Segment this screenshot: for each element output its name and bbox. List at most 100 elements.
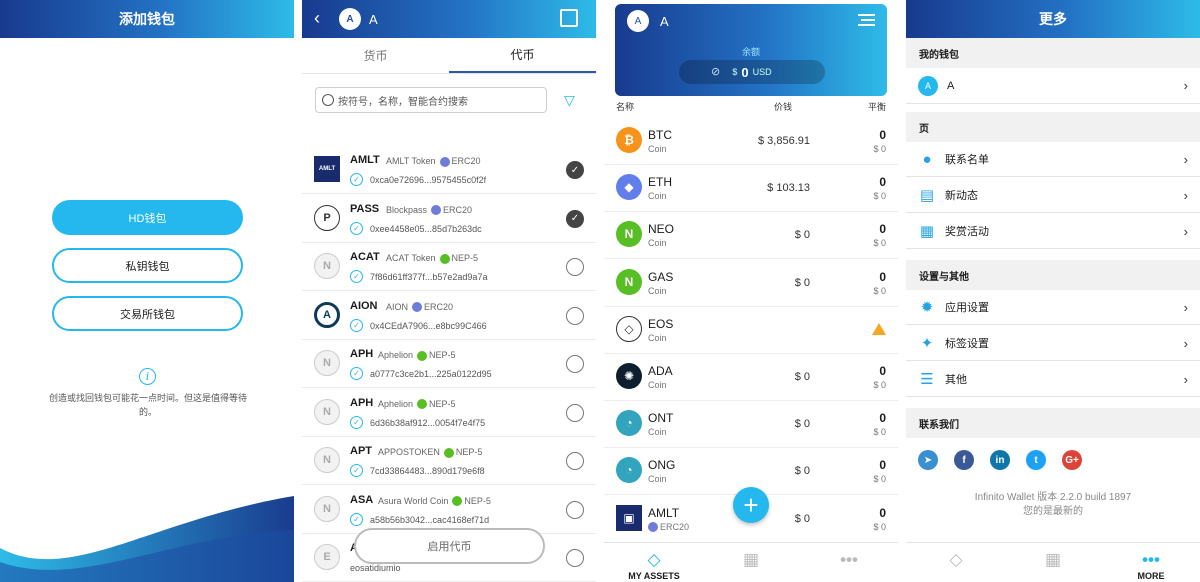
nav-more[interactable]: ••• MORE xyxy=(1121,549,1181,581)
nav-rewards[interactable]: ▦ xyxy=(1023,549,1083,571)
token-row[interactable]: N ACAT ACAT Token NEP-5 ✓ 7f86d61ff377f...b57… xyxy=(302,242,596,291)
coin-balance: 0 xyxy=(879,128,886,142)
nav-my-assets[interactable]: ◇ MY ASSETS xyxy=(624,549,684,581)
google-plus-icon[interactable]: G+ xyxy=(1062,450,1082,470)
token-name: Blockpass ERC20 xyxy=(386,205,472,216)
select-radio[interactable] xyxy=(566,549,584,567)
token-row[interactable]: N APH Aphelion NEP-5 ✓ a0777c3ce2b1...225a012… xyxy=(302,339,596,388)
select-radio[interactable] xyxy=(566,500,584,519)
ethereum-icon xyxy=(648,522,658,533)
token-name: AION ERC20 xyxy=(386,302,453,313)
token-logo-icon: N xyxy=(314,350,340,376)
neo-icon xyxy=(439,253,450,264)
coin-price: $ 0 xyxy=(794,418,810,431)
coin-symbol: AMLT xyxy=(648,505,680,520)
coin-row[interactable]: ◔ ONT Coin $ 0 0 $ 0 xyxy=(604,401,898,449)
bottom-nav: ◇ ▦ ••• MORE xyxy=(906,542,1200,582)
filter-icon[interactable]: ▽ xyxy=(564,92,575,109)
rewards-row[interactable]: ▦ 奖赏活动 › xyxy=(906,214,1200,249)
token-row[interactable]: N ASA Asura World Coin NEP-5 ✓ a58b56b3042...… xyxy=(302,485,596,534)
neo-icon: N xyxy=(616,221,642,248)
coin-row[interactable]: N NEO Coin $ 0 0 $ 0 xyxy=(604,212,898,260)
hd-wallet-button[interactable]: HD钱包 xyxy=(52,200,243,235)
coin-balance-usd: $ 0 xyxy=(873,191,886,202)
coin-type: Coin xyxy=(648,238,667,249)
tab-currency[interactable]: 货币 xyxy=(302,38,449,73)
nav-rewards[interactable]: ▦ xyxy=(721,549,781,571)
token-fullname: AMLT Token xyxy=(386,156,436,166)
coin-price: $ 103.13 xyxy=(767,182,810,195)
eos-icon: ◇ xyxy=(616,315,642,342)
check-icon: ✓ xyxy=(350,221,363,235)
hide-balance-icon[interactable]: ⊘ xyxy=(711,65,720,78)
coin-price: $ 0 xyxy=(794,465,810,478)
chevron-right-icon: › xyxy=(1183,78,1188,93)
chevron-right-icon: › xyxy=(1183,152,1188,167)
token-name: Aphelion NEP-5 xyxy=(378,350,456,361)
search-input[interactable]: 按符号，名称，智能合约搜索 xyxy=(315,87,547,113)
news-row[interactable]: ▤ 新动态 › xyxy=(906,178,1200,213)
contacts-row[interactable]: ● 联系名单 › xyxy=(906,142,1200,177)
ethereum-icon xyxy=(412,302,423,313)
nav-my-assets[interactable]: ◇ xyxy=(926,549,986,571)
linkedin-icon[interactable]: in xyxy=(990,450,1010,470)
neo-icon xyxy=(417,399,428,410)
coin-row[interactable]: ◆ ETH Coin $ 103.13 0 $ 0 xyxy=(604,165,898,213)
token-row[interactable]: P PASS Blockpass ERC20 ✓ 0xee4458e05...85d7b2… xyxy=(302,194,596,243)
warning-icon xyxy=(872,322,886,335)
coin-balance-usd: $ 0 xyxy=(873,427,886,438)
column-name: 名称 xyxy=(616,102,635,112)
tab-tokens[interactable]: 代币 xyxy=(449,38,596,73)
coin-row[interactable]: N GAS Coin $ 0 0 $ 0 xyxy=(604,260,898,307)
nav-more[interactable]: ••• xyxy=(819,549,879,571)
token-address: 6d36b38af912...0054f7e4f75 xyxy=(370,417,486,428)
row-label: 其他 xyxy=(945,374,967,386)
token-symbol: APH xyxy=(350,348,374,360)
menu-icon[interactable] xyxy=(858,14,875,26)
coin-type: ERC20 xyxy=(648,522,689,533)
token-row[interactable]: N APT APPOSTOKEN NEP-5 ✓ 7cd33864483...890d17… xyxy=(302,436,596,485)
back-icon[interactable]: ‹ xyxy=(314,8,320,29)
coin-symbol: NEO xyxy=(648,222,675,237)
select-radio[interactable] xyxy=(566,452,584,470)
add-asset-button[interactable]: + xyxy=(733,487,769,523)
chevron-right-icon: › xyxy=(1183,224,1188,239)
exchange-wallet-button[interactable]: 交易所钱包 xyxy=(52,296,243,331)
token-row[interactable]: AMLT AMLT AMLT Token ERC20 ✓ 0xca0e72696...95… xyxy=(302,145,596,194)
other-row[interactable]: ☰ 其他 › xyxy=(906,362,1200,397)
token-standard: NEP-5 xyxy=(429,398,456,409)
coin-type: Coin xyxy=(648,474,667,485)
enable-token-button[interactable]: 启用代币 xyxy=(354,528,545,564)
add-wallet-screen: 添加钱包 HD钱包 私钥钱包 交易所钱包 i 创造或找回钱包可能花一点时间。但这… xyxy=(0,0,294,582)
section-my-wallet: 我的钱包 xyxy=(906,38,1200,68)
private-key-wallet-button[interactable]: 私钥钱包 xyxy=(52,248,243,283)
token-symbol: APH xyxy=(350,396,374,409)
select-radio[interactable] xyxy=(566,306,584,325)
tab-bar: 货币 代币 xyxy=(302,38,596,74)
token-logo-icon: N xyxy=(314,495,340,522)
select-radio[interactable]: ✓ xyxy=(566,161,584,179)
coin-balance: 0 xyxy=(879,222,886,237)
facebook-icon[interactable]: f xyxy=(954,450,974,470)
token-address: 7f86d61ff377f...b57e2ad9a7a xyxy=(370,272,488,282)
telegram-icon[interactable]: ➤ xyxy=(918,450,938,470)
select-radio[interactable]: ✓ xyxy=(566,209,584,228)
wallet-row[interactable]: A A › xyxy=(906,68,1200,104)
coin-row[interactable]: ✺ ADA Coin $ 0 0 $ 0 xyxy=(604,354,898,401)
tag-settings-row[interactable]: ✦ 标签设置 › xyxy=(906,326,1200,361)
twitter-icon[interactable]: t xyxy=(1026,450,1046,470)
app-settings-row[interactable]: ✹ 应用设置 › xyxy=(906,290,1200,325)
search-icon xyxy=(322,94,334,106)
select-radio[interactable] xyxy=(566,403,584,422)
coin-row[interactable]: ◇ EOS Coin xyxy=(604,307,898,354)
token-standard: ERC20 xyxy=(424,301,454,312)
balance-pill[interactable]: ⊘ $ 0 USD xyxy=(679,60,825,84)
token-row[interactable]: A AION AION ERC20 ✓ 0x4CEdA7906...e8bc99C466 xyxy=(302,291,596,340)
select-radio[interactable] xyxy=(566,355,584,373)
select-radio[interactable] xyxy=(566,258,584,276)
coin-row[interactable]: ₿ BTC Coin $ 3,856.91 0 $ 0 xyxy=(604,118,898,165)
coin-balance-usd: $ 0 xyxy=(873,380,886,390)
token-row[interactable]: N APH Aphelion NEP-5 ✓ 6d36b38af912...0054f7e… xyxy=(302,388,596,437)
token-address: 0xca0e72696...9575455c0f2f xyxy=(370,175,487,185)
qr-scan-icon[interactable] xyxy=(560,9,578,27)
